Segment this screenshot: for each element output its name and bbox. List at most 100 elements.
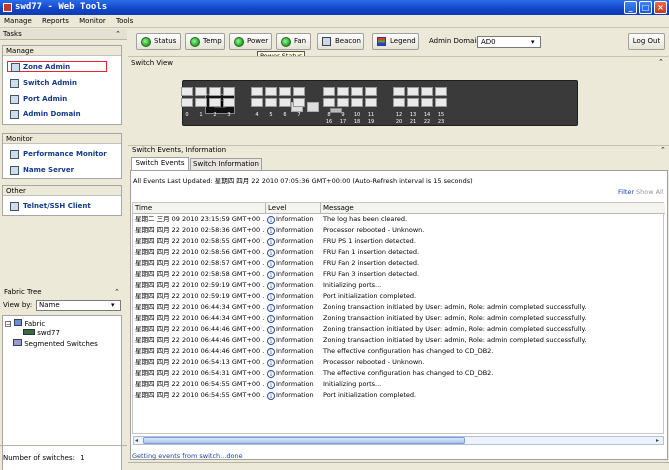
fc-port[interactable]: [223, 98, 235, 107]
fc-port[interactable]: [337, 87, 349, 96]
status-button[interactable]: Status: [136, 33, 181, 50]
fc-port[interactable]: [351, 98, 363, 107]
tree-toggle-icon[interactable]: −: [5, 321, 11, 328]
fc-port[interactable]: [435, 87, 447, 96]
temp-button[interactable]: Temp: [185, 33, 225, 50]
status-label: Status: [154, 37, 177, 45]
fc-port[interactable]: [209, 98, 221, 107]
table-row[interactable]: 星期四 四月 22 2010 02:58:57 GMT+00 ... i Infor…: [133, 258, 665, 269]
table-row[interactable]: 星期四 四月 22 2010 06:44:46 GMT+00 ... i Infor…: [133, 324, 665, 335]
table-row[interactable]: 星期四 四月 22 2010 06:54:31 GMT+00 ... i Infor…: [133, 368, 665, 379]
segmented-switches-node[interactable]: Segmented Switches: [13, 339, 98, 349]
scroll-right-icon[interactable]: ▸: [656, 437, 659, 444]
table-row[interactable]: 星期四 四月 22 2010 06:44:34 GMT+00 ... i Infor…: [133, 313, 665, 324]
tab-switch-events[interactable]: Switch Events: [131, 157, 189, 170]
maximize-button[interactable]: □: [639, 1, 652, 14]
column-level[interactable]: Level: [266, 203, 321, 214]
fc-port[interactable]: [195, 98, 207, 107]
table-row[interactable]: 星期四 四月 22 2010 06:44:46 GMT+00 ... i Infor…: [133, 346, 665, 357]
performance-monitor-link[interactable]: Performance Monitor: [10, 149, 107, 160]
fc-port[interactable]: [279, 87, 291, 96]
table-row[interactable]: 星期四 四月 22 2010 06:54:13 GMT+00 ... i Infor…: [133, 357, 665, 368]
table-row[interactable]: 星期四 四月 22 2010 06:54:55 GMT+00 ... i Infor…: [133, 379, 665, 390]
admin-domain-link[interactable]: Admin Domain: [10, 109, 81, 120]
fc-port[interactable]: [337, 98, 349, 107]
table-row[interactable]: 星期二 三月 09 2010 23:15:59 GMT+00 ... i Infor…: [133, 214, 665, 225]
fc-port[interactable]: [293, 87, 305, 96]
switch-chassis[interactable]: 0 1 2 3 4 5 6 7 8 9 10 11 12 13 14 15 16 17 18 19 20 21 22 23: [181, 80, 578, 126]
fc-port[interactable]: [181, 87, 193, 96]
fc-port[interactable]: [251, 87, 263, 96]
level-cell: i Information: [267, 357, 321, 368]
minimize-button[interactable]: _: [624, 1, 637, 14]
scrollbar-thumb[interactable]: [143, 437, 465, 444]
port-number-label: 14: [423, 112, 431, 118]
table-row[interactable]: 星期四 四月 22 2010 06:54:55 GMT+00 ... i Infor…: [133, 390, 665, 401]
power-button[interactable]: Power: [229, 33, 272, 50]
menu-reports[interactable]: Reports: [42, 17, 69, 25]
level-text: Information: [276, 248, 314, 256]
fabric-node[interactable]: − Fabric: [5, 319, 45, 329]
app-icon: [3, 3, 12, 12]
table-row[interactable]: 星期四 四月 22 2010 02:58:56 GMT+00 ... i Infor…: [133, 247, 665, 258]
admin-domain-select[interactable]: AD0 ▾: [477, 36, 541, 48]
menu-monitor[interactable]: Monitor: [79, 17, 106, 25]
fc-port[interactable]: [365, 87, 377, 96]
beacon-button[interactable]: Beacon: [317, 33, 364, 50]
fan-button[interactable]: Fan: [276, 33, 311, 50]
time-cell: 星期四 四月 22 2010 06:44:46 GMT+00 ...: [135, 347, 265, 355]
collapse-fabric-icon[interactable]: ⌃: [114, 287, 120, 297]
fc-port[interactable]: [181, 98, 193, 107]
table-row[interactable]: 星期四 四月 22 2010 06:44:34 GMT+00 ... i Infor…: [133, 302, 665, 313]
close-button[interactable]: ×: [654, 1, 667, 14]
fc-port[interactable]: [293, 98, 305, 107]
fc-port[interactable]: [251, 98, 263, 107]
collapse-events-icon[interactable]: ⌃: [660, 146, 666, 155]
switch-admin-link[interactable]: Switch Admin: [10, 78, 77, 89]
fc-port[interactable]: [421, 87, 433, 96]
collapse-switch-view-icon[interactable]: ⌃: [658, 58, 664, 66]
name-server-link[interactable]: Name Server: [10, 165, 74, 176]
view-by-select[interactable]: Name ▾: [36, 300, 121, 311]
fc-port[interactable]: [407, 98, 419, 107]
fc-port[interactable]: [323, 87, 335, 96]
fc-port[interactable]: [279, 98, 291, 107]
fc-port[interactable]: [351, 87, 363, 96]
left-divider: [0, 445, 127, 446]
zone-admin-link[interactable]: Zone Admin: [7, 61, 107, 72]
table-row[interactable]: 星期四 四月 22 2010 02:58:36 GMT+00 ... i Infor…: [133, 225, 665, 236]
table-row[interactable]: 星期四 四月 22 2010 02:58:58 GMT+00 ... i Infor…: [133, 269, 665, 280]
fc-port[interactable]: [435, 98, 447, 107]
fc-port[interactable]: [365, 98, 377, 107]
fc-port[interactable]: [407, 87, 419, 96]
fc-port[interactable]: [195, 87, 207, 96]
switch-node[interactable]: swd77: [23, 329, 60, 338]
serial-port[interactable]: [307, 102, 319, 112]
fc-port[interactable]: [393, 87, 405, 96]
tab-switch-information[interactable]: Switch Information: [190, 158, 262, 170]
scroll-left-icon[interactable]: ◂: [135, 437, 138, 444]
table-row[interactable]: 星期四 四月 22 2010 02:59:19 GMT+00 ... i Infor…: [133, 291, 665, 302]
fc-port[interactable]: [223, 87, 235, 96]
menu-manage[interactable]: Manage: [4, 17, 32, 25]
filter-link[interactable]: Filter: [618, 188, 634, 196]
show-all-link[interactable]: Show All: [636, 188, 664, 196]
fc-port[interactable]: [265, 87, 277, 96]
fc-port[interactable]: [265, 98, 277, 107]
column-message[interactable]: Message: [321, 203, 665, 214]
port-admin-link[interactable]: Port Admin: [10, 94, 67, 105]
fc-port[interactable]: [209, 87, 221, 96]
logout-button[interactable]: Log Out: [628, 33, 665, 50]
table-row[interactable]: 星期四 四月 22 2010 02:59:19 GMT+00 ... i Infor…: [133, 280, 665, 291]
power-label: Power: [247, 37, 269, 45]
fc-port[interactable]: [421, 98, 433, 107]
table-row[interactable]: 星期四 四月 22 2010 06:44:46 GMT+00 ... i Infor…: [133, 335, 665, 346]
legend-button[interactable]: Legend: [372, 33, 419, 50]
table-row[interactable]: 星期四 四月 22 2010 02:58:55 GMT+00 ... i Infor…: [133, 236, 665, 247]
telnet-ssh-client-link[interactable]: Telnet/SSH Client: [10, 201, 91, 212]
fc-port[interactable]: [393, 98, 405, 107]
fc-port[interactable]: [323, 98, 335, 107]
column-time[interactable]: Time: [133, 203, 266, 214]
menu-tools[interactable]: Tools: [116, 17, 133, 25]
collapse-tasks-icon[interactable]: ⌃: [115, 29, 121, 40]
